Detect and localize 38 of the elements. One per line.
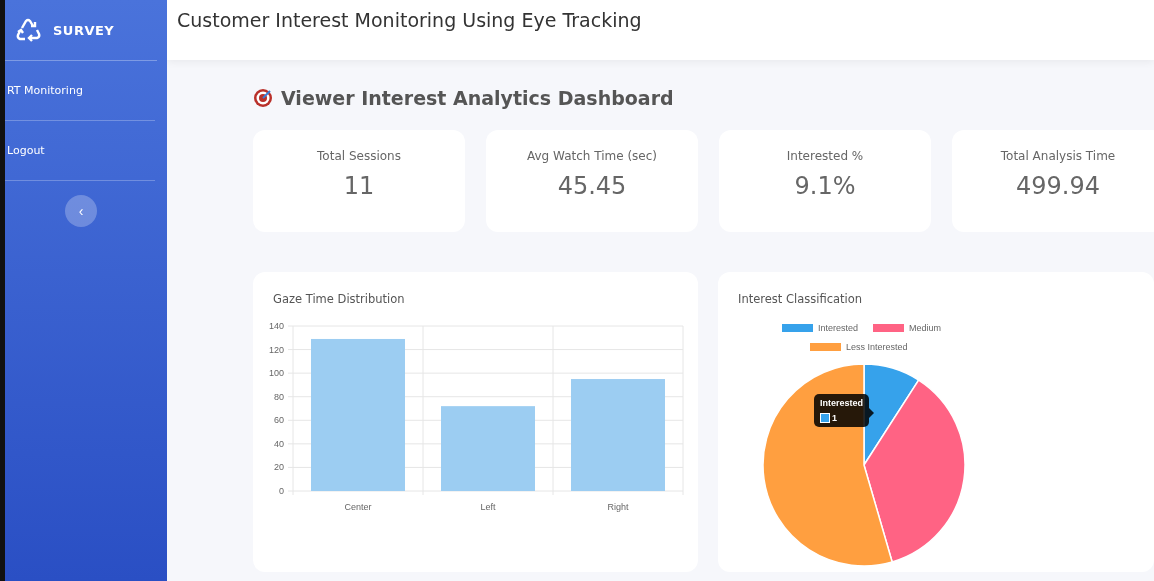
- legend-swatch: [810, 343, 841, 351]
- axis-tick-label: 80: [274, 391, 284, 402]
- nav-link[interactable]: Logout: [5, 121, 155, 181]
- axis-tick-label: 60: [274, 415, 284, 426]
- page-title: Customer Interest Monitoring Using Eye Tracking: [176, 8, 643, 31]
- legend-label: Medium: [909, 323, 941, 333]
- legend-swatch: [782, 324, 813, 332]
- collapse-button[interactable]: ‹: [65, 195, 97, 227]
- stat-value: 45.45: [557, 172, 627, 200]
- stat-label: Total Analysis Time: [1000, 149, 1116, 163]
- axis-tick-label: 20: [274, 462, 284, 473]
- stat-value: 11: [343, 172, 375, 200]
- axis-tick-label: 120: [268, 344, 284, 355]
- axis-category-label: Left: [480, 502, 496, 512]
- target-icon: [253, 88, 273, 108]
- axis-tick-label: 140: [268, 321, 284, 331]
- axis-tick-label: 0: [279, 486, 284, 496]
- nav-link[interactable]: RT Monitoring: [5, 61, 155, 121]
- stat-label: Total Sessions: [317, 149, 401, 163]
- tooltip-title: Interested: [820, 398, 863, 408]
- recycle-icon: [15, 18, 41, 42]
- legend-swatch: [873, 324, 904, 332]
- legend-swatch: [820, 413, 830, 423]
- stat-label: Interested %: [786, 149, 864, 163]
- stat-label: Avg Watch Time (sec): [527, 149, 657, 163]
- stat-value: 9.1%: [794, 172, 856, 200]
- axis-category-label: Right: [607, 502, 629, 512]
- chart-title: Gaze Time Distribution: [272, 291, 406, 306]
- tooltip-value: 1: [832, 413, 837, 423]
- dashboard-title: Viewer Interest Analytics Dashboard: [281, 87, 674, 109]
- chart-title: Interest Classification: [737, 291, 864, 306]
- axis-tick-label: 100: [268, 368, 284, 379]
- brand-name: SURVEY: [53, 22, 115, 38]
- legend-label: Interested: [818, 323, 859, 333]
- axis-tick-label: 40: [274, 438, 284, 449]
- stat-value: 499.94: [1016, 172, 1100, 200]
- legend-label: Less Interested: [846, 342, 908, 352]
- axis-category-label: Center: [344, 502, 372, 512]
